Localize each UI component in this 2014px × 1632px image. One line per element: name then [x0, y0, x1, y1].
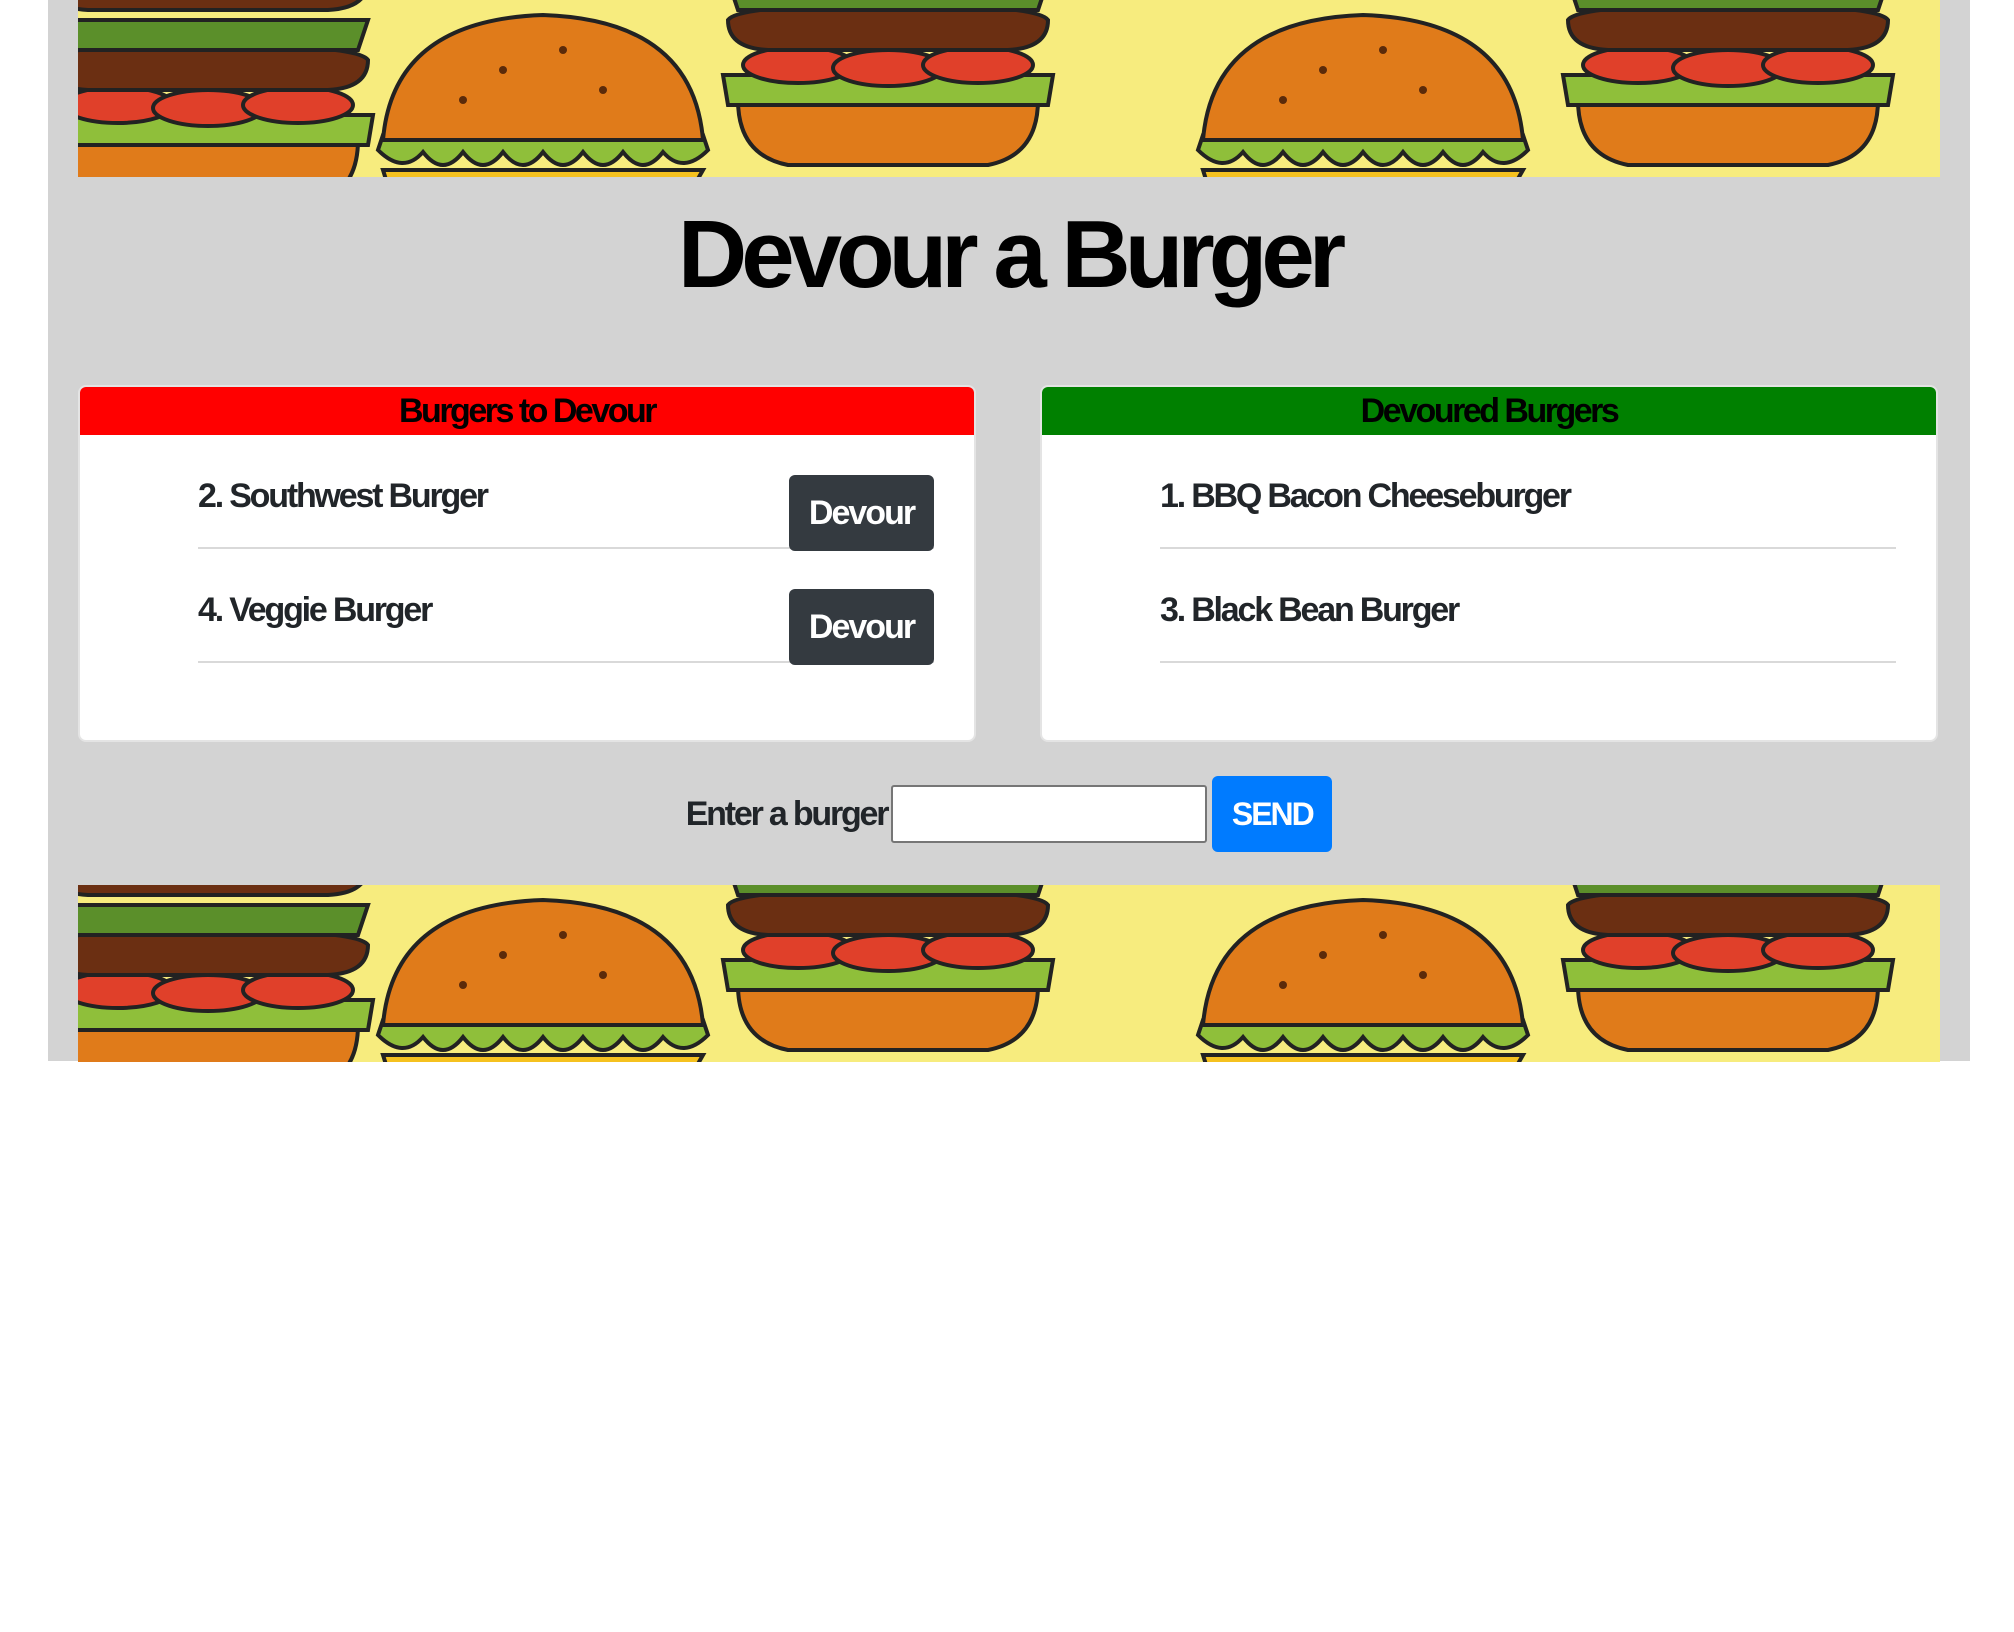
list-item: 3. Black Bean Burger: [1160, 549, 1896, 663]
burger-name: 2. Southwest Burger: [198, 477, 489, 515]
page-title: Devour a Burger: [677, 201, 1346, 308]
add-burger-form: Enter a burger SEND: [48, 776, 1970, 852]
devour-button[interactable]: Devour: [789, 475, 934, 551]
devour-button[interactable]: Devour: [789, 589, 934, 665]
page-container: Devour a Burger Burgers to Devour 2. Sou…: [48, 0, 1970, 1062]
burgers-to-devour-card: Burgers to Devour 2. Southwest Burger De…: [78, 385, 976, 742]
burgers-to-devour-header: Burgers to Devour: [80, 387, 974, 435]
devoured-burgers-header: Devoured Burgers: [1042, 387, 1936, 435]
devoured-burgers-list: 1. BBQ Bacon Cheeseburger 3. Black Bean …: [1160, 435, 1896, 663]
list-item: 1. BBQ Bacon Cheeseburger: [1160, 435, 1896, 549]
list-item: 2. Southwest Burger Devour: [198, 435, 934, 551]
burgers-to-devour-list: 2. Southwest Burger Devour 4. Veggie Bur…: [198, 435, 934, 665]
burger-banner-top: [78, 0, 1940, 177]
burger-input[interactable]: [891, 785, 1208, 843]
burger-banner-bottom: [78, 885, 1940, 1062]
list-item: 4. Veggie Burger Devour: [198, 549, 934, 665]
devoured-burgers-card: Devoured Burgers 1. BBQ Bacon Cheeseburg…: [1040, 385, 1938, 742]
burger-input-label: Enter a burger: [685, 794, 890, 833]
burger-name: 4. Veggie Burger: [198, 591, 433, 629]
burger-name: 1. BBQ Bacon Cheeseburger: [1160, 477, 1572, 515]
burger-pattern-icon: [78, 885, 1895, 1062]
send-button[interactable]: SEND: [1212, 776, 1333, 852]
burger-pattern-icon: [78, 0, 1895, 177]
burger-name: 3. Black Bean Burger: [1160, 591, 1460, 629]
